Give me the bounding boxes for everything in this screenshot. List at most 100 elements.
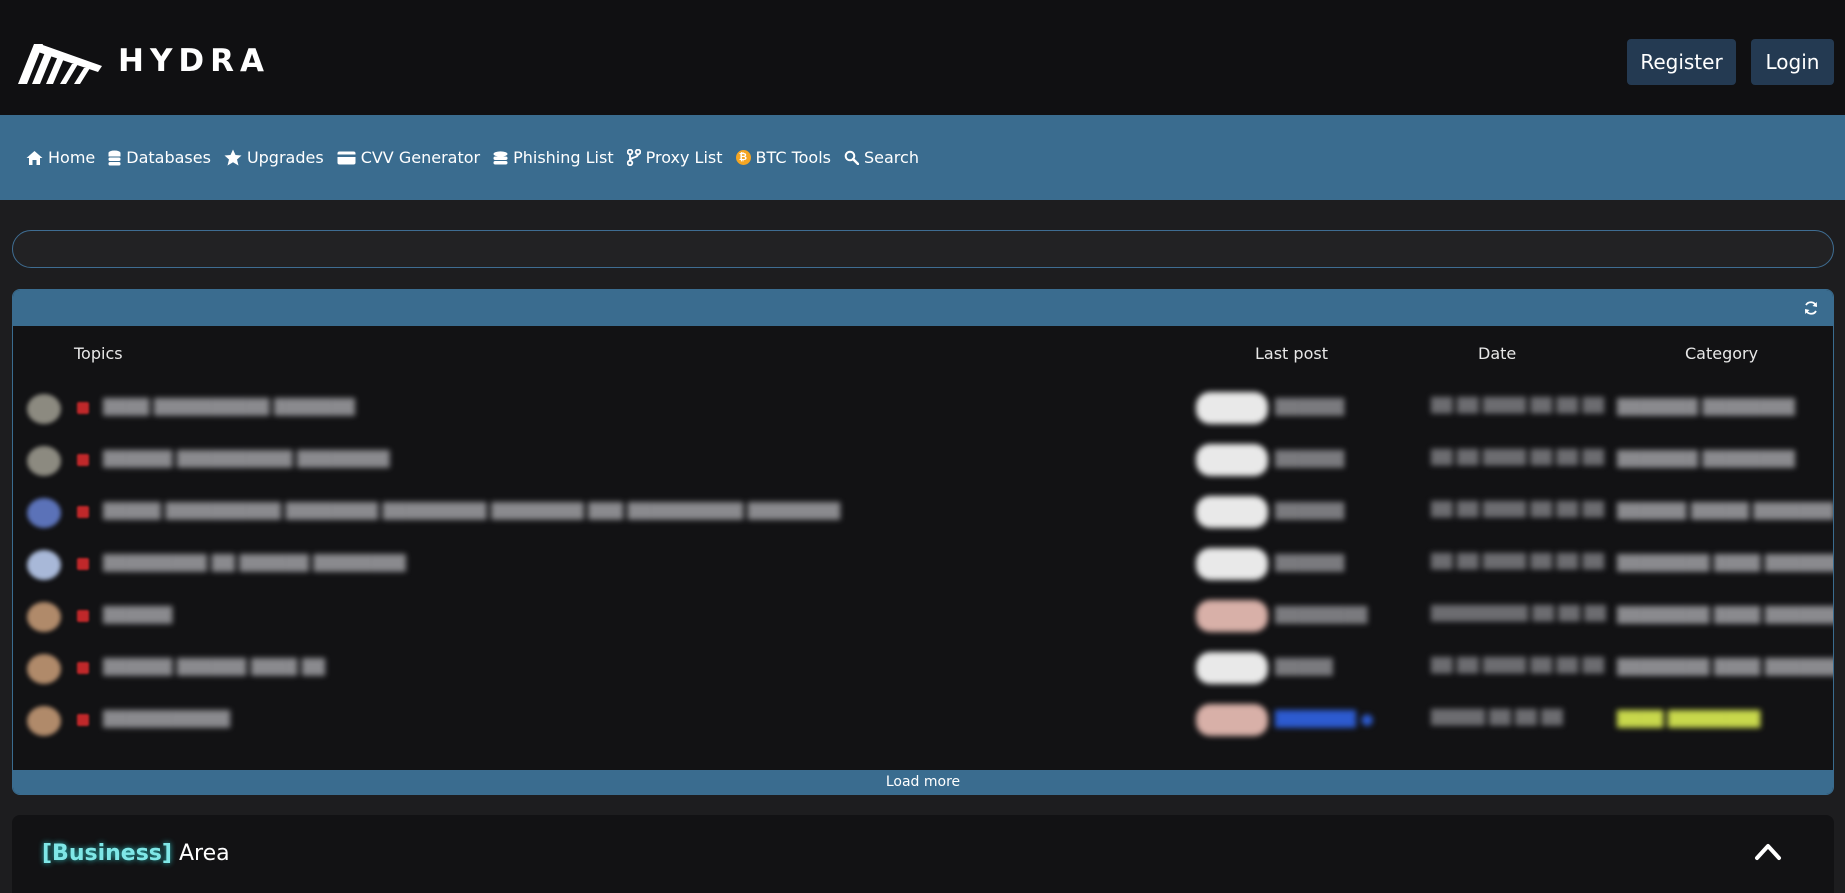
column-header-date: Date: [1478, 344, 1517, 363]
topic-title-redacted[interactable]: ███████████: [103, 710, 230, 728]
nav-home[interactable]: Home: [26, 148, 95, 167]
avatar: [27, 550, 61, 580]
last-post-avatar: [1196, 600, 1268, 632]
status-flag: [77, 714, 89, 726]
last-post-user-redacted: ██████: [1275, 554, 1345, 572]
database-icon: [493, 150, 508, 164]
category-redacted: ███████ ████████: [1617, 450, 1795, 468]
logo-text: HYDRA: [118, 43, 270, 79]
last-post-user-redacted: ██████: [1275, 398, 1345, 416]
category-redacted: ██████ █████ ███████: [1617, 502, 1834, 520]
nav-search-label: Search: [863, 148, 919, 167]
section-title: [Business] Area: [42, 841, 230, 866]
topic-title-redacted[interactable]: ██████ ██████ ████ ██: [103, 658, 325, 676]
business-area-section: [Business] Area: [12, 815, 1834, 893]
last-post-avatar: [1196, 548, 1268, 580]
nav-proxy-list[interactable]: Proxy List: [626, 148, 723, 167]
bitcoin-icon: ₿: [735, 150, 751, 165]
database-icon: [108, 150, 121, 165]
load-more-button[interactable]: Load more: [13, 770, 1833, 794]
last-post-user-redacted: ██████: [1275, 502, 1345, 520]
topic-title-redacted[interactable]: ████ ██████████ ███████: [103, 398, 355, 416]
table-row[interactable]: ██████ ████████ █████████ ██ ██ ██ █████…: [13, 590, 1833, 642]
category-redacted: ████ ████████: [1617, 710, 1761, 728]
status-flag: [77, 506, 89, 518]
post-date-redacted: ██ ██ ████ ██ ██ ██: [1431, 554, 1604, 570]
section-title-text: Area: [178, 841, 230, 866]
hydra-logo-icon: [18, 44, 102, 84]
nav-proxy-list-label: Proxy List: [645, 148, 723, 167]
topic-title-redacted[interactable]: ██████: [103, 606, 172, 624]
post-date-redacted: █████ ██ ██ ██: [1431, 710, 1563, 726]
post-date-redacted: ██ ██ ████ ██ ██ ██: [1431, 502, 1604, 518]
nav-cvv-generator-label: CVV Generator: [360, 148, 481, 167]
nav-databases[interactable]: Databases: [108, 148, 211, 167]
avatar: [27, 654, 61, 684]
nav-search[interactable]: Search: [844, 148, 919, 167]
branch-icon: [626, 149, 641, 166]
latest-topics-panel: Topics Last post Date Category ████ ████…: [12, 289, 1834, 795]
nav-btc-tools-label: BTC Tools: [755, 148, 831, 167]
last-post-user-redacted: █████: [1275, 658, 1333, 676]
last-post-avatar: [1196, 392, 1268, 424]
post-date-redacted: █████████ ██ ██ ██: [1431, 606, 1606, 622]
status-flag: [77, 454, 89, 466]
avatar: [27, 706, 61, 736]
refresh-icon[interactable]: [1803, 300, 1819, 316]
category-redacted: ████████ ████ ████████: [1617, 658, 1834, 676]
avatar: [27, 498, 61, 528]
table-row[interactable]: ███████████ ███████ ● █████ ██ ██ ██ ███…: [13, 694, 1833, 746]
nav-upgrades-label: Upgrades: [246, 148, 324, 167]
credit-card-icon: [337, 151, 356, 164]
section-tag: [Business]: [42, 841, 172, 866]
status-flag: [77, 610, 89, 622]
avatar: [27, 394, 61, 424]
star-icon: [224, 149, 242, 166]
status-flag: [77, 558, 89, 570]
site-logo[interactable]: HYDRA: [18, 38, 270, 84]
column-header-last-post: Last post: [1255, 344, 1328, 363]
nav-phishing-list-label: Phishing List: [513, 148, 614, 167]
nav-home-label: Home: [48, 148, 96, 167]
table-row[interactable]: ████ ██████████ ███████ ██████ ██ ██ ███…: [13, 382, 1833, 434]
status-flag: [77, 662, 89, 674]
last-post-user-redacted: ████████: [1275, 606, 1368, 624]
post-date-redacted: ██ ██ ████ ██ ██ ██: [1431, 658, 1604, 674]
column-header-topics: Topics: [74, 344, 123, 363]
column-header-category: Category: [1685, 344, 1759, 363]
avatar: [27, 446, 61, 476]
topic-title-redacted[interactable]: █████████ ██ ██████ ████████: [103, 554, 406, 572]
topic-title-redacted[interactable]: █████ ██████████ ████████ █████████ ████…: [103, 502, 840, 520]
nav-databases-label: Databases: [126, 148, 211, 167]
avatar: [27, 602, 61, 632]
table-row[interactable]: ██████ ██████████ ████████ ██████ ██ ██ …: [13, 434, 1833, 486]
search-input[interactable]: [12, 230, 1834, 268]
panel-header: [13, 290, 1833, 326]
category-redacted: ████████ ████ ████████: [1617, 554, 1834, 572]
register-button[interactable]: Register: [1627, 39, 1736, 85]
last-post-avatar: [1196, 496, 1268, 528]
status-flag: [77, 402, 89, 414]
table-row[interactable]: █████████ ██ ██████ ████████ ██████ ██ █…: [13, 538, 1833, 590]
login-button[interactable]: Login: [1751, 39, 1834, 85]
main-nav: Home Databases Upgrades CVV Generator Ph…: [0, 115, 1845, 200]
last-post-avatar: [1196, 652, 1268, 684]
search-icon: [844, 150, 859, 165]
top-header: HYDRA Register Login: [0, 0, 1845, 115]
category-redacted: ███████ ████████: [1617, 398, 1795, 416]
last-post-user-redacted: ██████: [1275, 450, 1345, 468]
post-date-redacted: ██ ██ ████ ██ ██ ██: [1431, 450, 1604, 466]
last-post-avatar: [1196, 444, 1268, 476]
table-row[interactable]: █████ ██████████ ████████ █████████ ████…: [13, 486, 1833, 538]
post-date-redacted: ██ ██ ████ ██ ██ ██: [1431, 398, 1604, 414]
topic-title-redacted[interactable]: ██████ ██████████ ████████: [103, 450, 389, 468]
last-post-avatar: [1196, 704, 1268, 736]
nav-phishing-list[interactable]: Phishing List: [493, 148, 614, 167]
nav-btc-tools[interactable]: ₿ BTC Tools: [735, 148, 831, 167]
nav-upgrades[interactable]: Upgrades: [224, 148, 324, 167]
chevron-up-icon[interactable]: [1754, 841, 1782, 861]
last-post-user-redacted: ███████ ●: [1275, 710, 1374, 728]
home-icon: [26, 150, 43, 165]
nav-cvv-generator[interactable]: CVV Generator: [337, 148, 480, 167]
table-row[interactable]: ██████ ██████ ████ ██ █████ ██ ██ ████ █…: [13, 642, 1833, 694]
